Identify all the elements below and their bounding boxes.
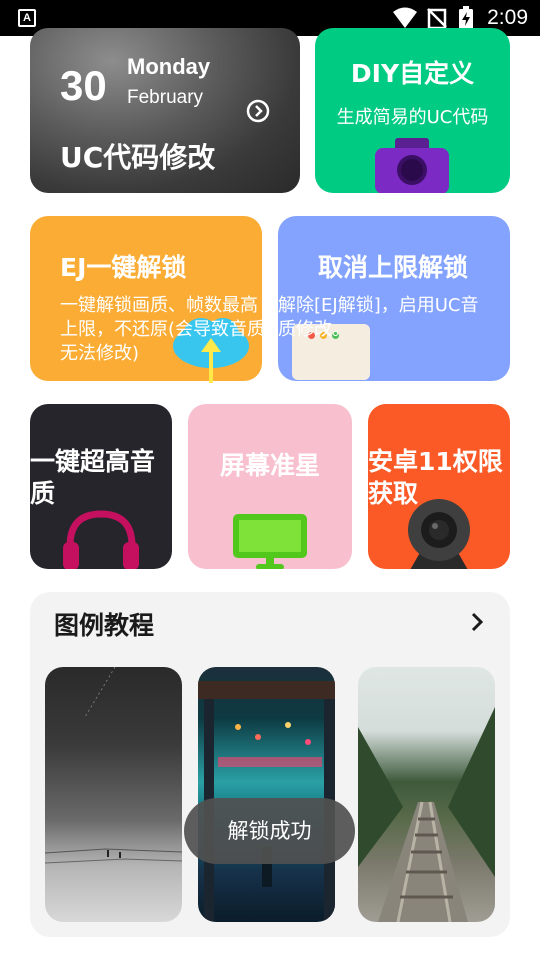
cancel-limit-unlock-card[interactable]: 取消上限解锁 解除[EJ解锁]，启用UC音质修改。 xyxy=(278,216,510,381)
uc-code-modify-card[interactable]: 30 Monday February UC代码修改 xyxy=(30,28,300,193)
screen-card-title: 屏幕准星 xyxy=(219,451,320,480)
diy-card-title: DIY自定义 xyxy=(350,59,475,88)
webcam-icon xyxy=(408,499,470,569)
signal-icon xyxy=(393,7,417,28)
android11-permission-card[interactable]: 安卓11权限获取 xyxy=(368,404,510,569)
cancel-card-title: 取消上限解锁 xyxy=(318,253,469,282)
tutorial-title: 图例教程 xyxy=(54,611,155,640)
date-day: 30 xyxy=(60,62,107,109)
status-time: 2:09 xyxy=(487,6,528,29)
neon-street-image xyxy=(198,681,335,922)
chevron-right-circle-icon[interactable] xyxy=(246,99,270,123)
cancel-card-description: 解除[EJ解锁]，启用UC音质修改。 xyxy=(278,295,479,340)
monitor-icon xyxy=(233,514,307,569)
headphones-icon xyxy=(63,510,139,569)
battery-charging-icon xyxy=(459,6,473,29)
super-audio-card[interactable]: 一键超高音质 xyxy=(30,404,172,569)
diy-custom-card[interactable]: DIY自定义 生成简易的UC代码 xyxy=(315,28,510,193)
tutorial-section: 图例教程 xyxy=(30,592,510,937)
ej-card-description: 一键解锁画质、帧数最高上限，不还原(会导致音质无法修改) xyxy=(60,295,266,364)
tutorial-thumbnail[interactable] xyxy=(358,667,495,922)
uc-card-title: UC代码修改 xyxy=(60,141,216,174)
app-badge-icon: A xyxy=(18,9,36,27)
railway-image xyxy=(358,707,495,922)
dark-sky-image xyxy=(45,667,182,864)
screen-crosshair-card[interactable]: 屏幕准星 xyxy=(188,404,352,569)
camera-icon xyxy=(375,138,449,193)
tutorial-thumbnail[interactable] xyxy=(198,667,335,922)
ej-card-title: EJ一键解锁 xyxy=(60,253,187,282)
date-weekday: Monday xyxy=(127,54,211,79)
chevron-right-icon[interactable] xyxy=(470,612,484,632)
audio-card-title: 一键超高音质 xyxy=(30,447,156,508)
diy-card-subtitle: 生成简易的UC代码 xyxy=(336,107,489,128)
tutorial-thumbnail[interactable] xyxy=(45,667,182,922)
no-sim-icon xyxy=(427,8,447,30)
ej-unlock-card[interactable]: EJ一键解锁 一键解锁画质、帧数最高上限，不还原(会导致音质无法修改) xyxy=(30,216,265,383)
toast-message: 解锁成功 xyxy=(184,798,355,864)
date-month: February xyxy=(127,87,204,108)
